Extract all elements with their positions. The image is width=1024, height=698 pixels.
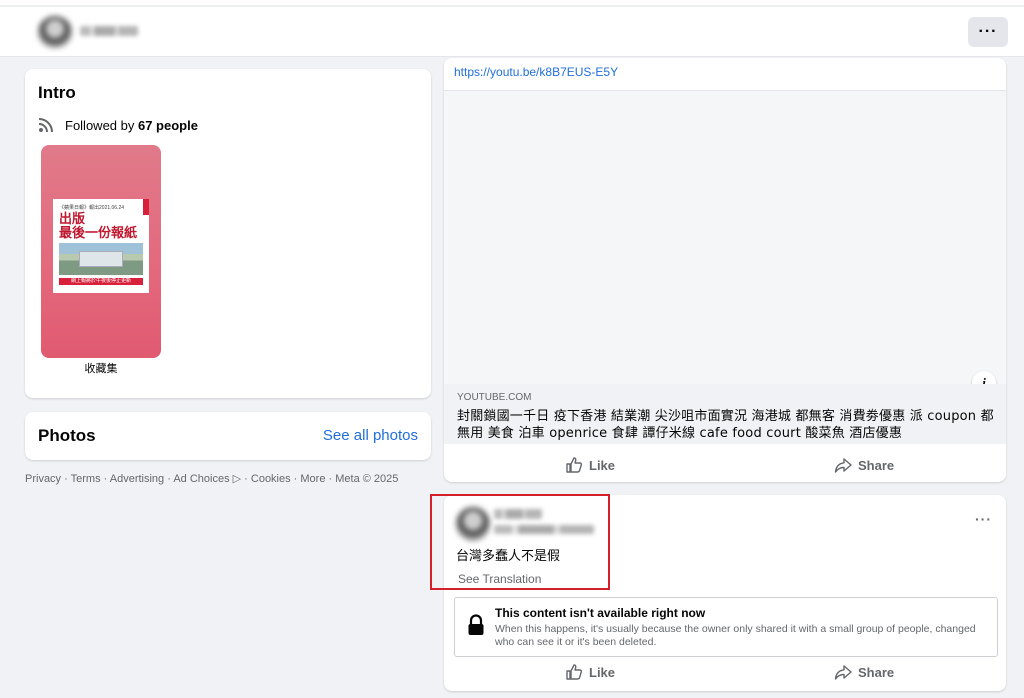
share-icon [834,458,852,473]
image-strip-text: 網上報將於午夜後停止更新 [59,278,143,285]
footer-links[interactable]: Privacy · Terms · Advertising · Ad Choic… [25,472,398,485]
profile-avatar[interactable] [38,16,72,48]
share-button[interactable]: Share [834,447,894,483]
image-headline: 出版 最後一份報紙 [59,212,138,241]
intro-title: Intro [38,83,76,102]
more-icon: ··· [978,23,998,40]
link-preview[interactable]: YOUTUBE.COM 封關鎖國一千日 疫下香港 結業潮 尖沙咀市面實況 海港城… [444,384,1006,444]
like-icon [566,457,583,473]
post-actions: Like Share [444,654,1006,690]
post-youtube-share: https://youtu.be/k8B7EUS-E5Y i YOUTUBE.C… [444,58,1006,482]
photos-title: Photos [38,426,96,445]
photos-card: Photos See all photos [25,412,431,460]
profile-name[interactable] [80,26,138,36]
video-embed[interactable] [444,91,1006,384]
link-preview-title: 封關鎖國一千日 疫下香港 結業潮 尖沙咀市面實況 海港城 都無客 消費劵優惠 派… [457,409,994,441]
like-label: Like [589,457,616,473]
post-actions: Like Share [444,447,1006,483]
share-label: Share [858,457,895,473]
share-icon [834,665,852,680]
unavailable-description: When this happens, it's usually because … [495,623,976,648]
link-preview-domain: YOUTUBE.COM [457,392,532,403]
post-link[interactable]: https://youtu.be/k8B7EUS-E5Y [454,65,618,79]
image-building-photo [59,243,143,275]
like-label: Like [589,664,616,680]
intro-card: Intro Followed by 67 people 《蘋果日報》報出2021… [25,69,431,398]
header-more-button[interactable]: ··· [968,17,1008,47]
share-button[interactable]: Share [834,654,894,690]
followers-text: Followed by 67 people [65,118,198,133]
rss-icon [38,118,53,133]
unavailable-title: This content isn't available right now [495,606,706,620]
lock-icon [468,614,484,635]
share-label: Share [858,664,895,680]
unavailable-content-box: This content isn't available right now W… [454,597,998,657]
header-divider [0,5,1024,7]
profile-header-bar: ··· [0,0,1024,57]
highlight-annotation-box [430,494,610,590]
like-icon [566,664,583,680]
see-all-photos-link[interactable]: See all photos [323,427,418,444]
featured-collection-tile[interactable]: 《蘋果日報》報出2021.06.24 出版 最後一份報紙 網上報將於午夜後停止更… [41,145,161,358]
post-more-icon[interactable]: ··· [975,511,992,527]
building-shape [79,251,123,267]
featured-collection-caption[interactable]: 收藏集 [41,360,161,376]
followers-count[interactable]: 67 people [138,118,198,133]
like-button[interactable]: Like [565,447,615,483]
image-small-text: 《蘋果日報》報出2021.06.24 [59,205,125,211]
like-button[interactable]: Like [565,654,615,690]
image-red-tab [143,199,149,215]
newspaper-image: 《蘋果日報》報出2021.06.24 出版 最後一份報紙 網上報將於午夜後停止更… [53,199,149,293]
followers-prefix: Followed by [65,118,138,133]
